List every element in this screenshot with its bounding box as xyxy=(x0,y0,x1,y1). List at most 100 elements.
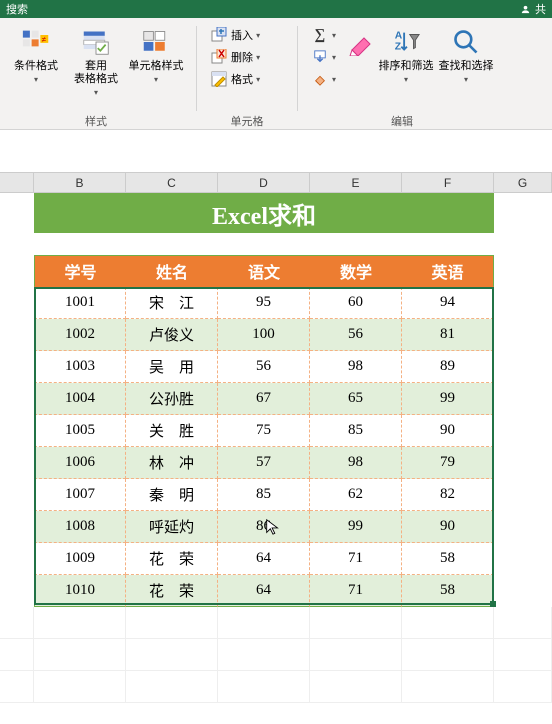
table-row[interactable]: 1006林 冲579879 xyxy=(0,447,552,479)
cell[interactable]: 58 xyxy=(402,575,494,607)
col-header[interactable]: G xyxy=(494,173,552,192)
sort-filter-button[interactable]: A Z 排序和筛选▾ xyxy=(376,24,436,88)
cell[interactable]: 65 xyxy=(310,383,402,415)
col-header[interactable]: F xyxy=(402,173,494,192)
table-row[interactable]: 1009花 荣647158 xyxy=(0,543,552,575)
cell[interactable]: 85 xyxy=(310,415,402,447)
cell[interactable]: 公孙胜 xyxy=(126,383,218,415)
eraser-icon xyxy=(342,24,376,56)
chevron-down-icon: ▾ xyxy=(256,75,260,84)
table-row[interactable]: 1001宋 江956094 xyxy=(0,287,552,319)
cell[interactable]: 1003 xyxy=(34,351,126,383)
table-title[interactable]: Excel求和 xyxy=(34,193,494,233)
cell[interactable]: 98 xyxy=(310,447,402,479)
cell[interactable]: 宋 江 xyxy=(126,287,218,319)
cell[interactable]: 1002 xyxy=(34,319,126,351)
cell[interactable]: 82 xyxy=(402,479,494,511)
col-header[interactable]: E xyxy=(310,173,402,192)
cell[interactable]: 100 xyxy=(218,319,310,351)
table-row[interactable]: 1005关 胜758590 xyxy=(0,415,552,447)
column-headers[interactable]: B C D E F G xyxy=(0,172,552,193)
cell[interactable]: 90 xyxy=(402,511,494,543)
header-cell[interactable]: 姓名 xyxy=(126,255,218,287)
col-header[interactable]: D xyxy=(218,173,310,192)
cell[interactable]: 99 xyxy=(310,511,402,543)
format-button[interactable]: 格式 ▾ xyxy=(207,68,287,90)
table-format-button[interactable]: 套用 表格格式▾ xyxy=(66,24,126,101)
fill-button[interactable]: ▾ xyxy=(308,46,342,68)
table-row[interactable]: 1002卢俊义1005681 xyxy=(0,319,552,351)
cell[interactable]: 花 荣 xyxy=(126,543,218,575)
cell[interactable]: 90 xyxy=(402,415,494,447)
cell[interactable]: 60 xyxy=(310,287,402,319)
cell[interactable]: 呼延灼 xyxy=(126,511,218,543)
cell[interactable]: 98 xyxy=(310,351,402,383)
header-cell[interactable]: 英语 xyxy=(402,255,494,287)
delete-button[interactable]: 删除 ▾ xyxy=(207,46,287,68)
cell[interactable]: 64 xyxy=(218,575,310,607)
cell[interactable]: 71 xyxy=(310,575,402,607)
find-select-button[interactable]: 查找和选择▾ xyxy=(436,24,496,88)
clear-button[interactable]: ▾ xyxy=(308,68,342,90)
cell[interactable]: 81 xyxy=(402,319,494,351)
header-cell[interactable]: 学号 xyxy=(34,255,126,287)
cell[interactable]: 56 xyxy=(218,351,310,383)
svg-text:≠: ≠ xyxy=(42,35,47,44)
cell[interactable]: 99 xyxy=(402,383,494,415)
cell[interactable]: 1007 xyxy=(34,479,126,511)
table-row[interactable]: 1004公孙胜676599 xyxy=(0,383,552,415)
header-cell[interactable]: 数学 xyxy=(310,255,402,287)
fill-down-icon xyxy=(312,49,328,65)
cell[interactable]: 关 胜 xyxy=(126,415,218,447)
cell[interactable]: 86 xyxy=(218,511,310,543)
spreadsheet[interactable]: B C D E F G Excel求和 学号 姓名 语文 数学 英语 1001宋… xyxy=(0,130,552,703)
cell[interactable]: 71 xyxy=(310,543,402,575)
cell[interactable]: 1001 xyxy=(34,287,126,319)
cell[interactable]: 56 xyxy=(310,319,402,351)
table-row[interactable]: 1007秦 明856282 xyxy=(0,479,552,511)
cell[interactable]: 林 冲 xyxy=(126,447,218,479)
cell[interactable]: 1009 xyxy=(34,543,126,575)
cell[interactable]: 67 xyxy=(218,383,310,415)
cell[interactable]: 1004 xyxy=(34,383,126,415)
cell[interactable]: 57 xyxy=(218,447,310,479)
cell[interactable]: 卢俊义 xyxy=(126,319,218,351)
select-all-corner[interactable] xyxy=(0,173,34,192)
table-row[interactable]: 1008呼延灼869990 xyxy=(0,511,552,543)
header-cell[interactable]: 语文 xyxy=(218,255,310,287)
chevron-down-icon: ▾ xyxy=(34,75,38,84)
cell[interactable]: 1005 xyxy=(34,415,126,447)
svg-text:A: A xyxy=(395,30,403,41)
chevron-down-icon: ▾ xyxy=(332,31,336,40)
cell[interactable]: 64 xyxy=(218,543,310,575)
col-header[interactable]: B xyxy=(34,173,126,192)
table-header-row: 学号 姓名 语文 数学 英语 xyxy=(0,255,552,287)
cell[interactable]: 94 xyxy=(402,287,494,319)
col-header[interactable]: C xyxy=(126,173,218,192)
table-format-icon xyxy=(80,26,112,58)
search-hint: 搜索 xyxy=(6,1,28,17)
table-row[interactable]: 1003吴 用569889 xyxy=(0,351,552,383)
cell-style-button[interactable]: 单元格样式▾ xyxy=(126,24,186,88)
cell[interactable]: 89 xyxy=(402,351,494,383)
autosum-button[interactable]: ∑▾ xyxy=(308,24,342,46)
cell[interactable]: 75 xyxy=(218,415,310,447)
cell[interactable]: 1010 xyxy=(34,575,126,607)
svg-text:Z: Z xyxy=(395,42,401,53)
cell[interactable]: 1006 xyxy=(34,447,126,479)
cell[interactable]: 秦 明 xyxy=(126,479,218,511)
table-row[interactable]: 1010花 荣647158 xyxy=(0,575,552,607)
cell[interactable]: 1008 xyxy=(34,511,126,543)
cell[interactable]: 花 荣 xyxy=(126,575,218,607)
cell[interactable]: 85 xyxy=(218,479,310,511)
cell[interactable]: 吴 用 xyxy=(126,351,218,383)
chevron-down-icon: ▾ xyxy=(332,53,336,62)
cell[interactable]: 58 xyxy=(402,543,494,575)
cell[interactable]: 79 xyxy=(402,447,494,479)
insert-button[interactable]: 插入 ▾ xyxy=(207,24,287,46)
cell[interactable]: 95 xyxy=(218,287,310,319)
cell[interactable]: 62 xyxy=(310,479,402,511)
format-icon xyxy=(211,71,227,87)
conditional-format-button[interactable]: ≠ 条件格式▾ xyxy=(6,24,66,88)
sigma-icon: ∑ xyxy=(312,27,328,43)
